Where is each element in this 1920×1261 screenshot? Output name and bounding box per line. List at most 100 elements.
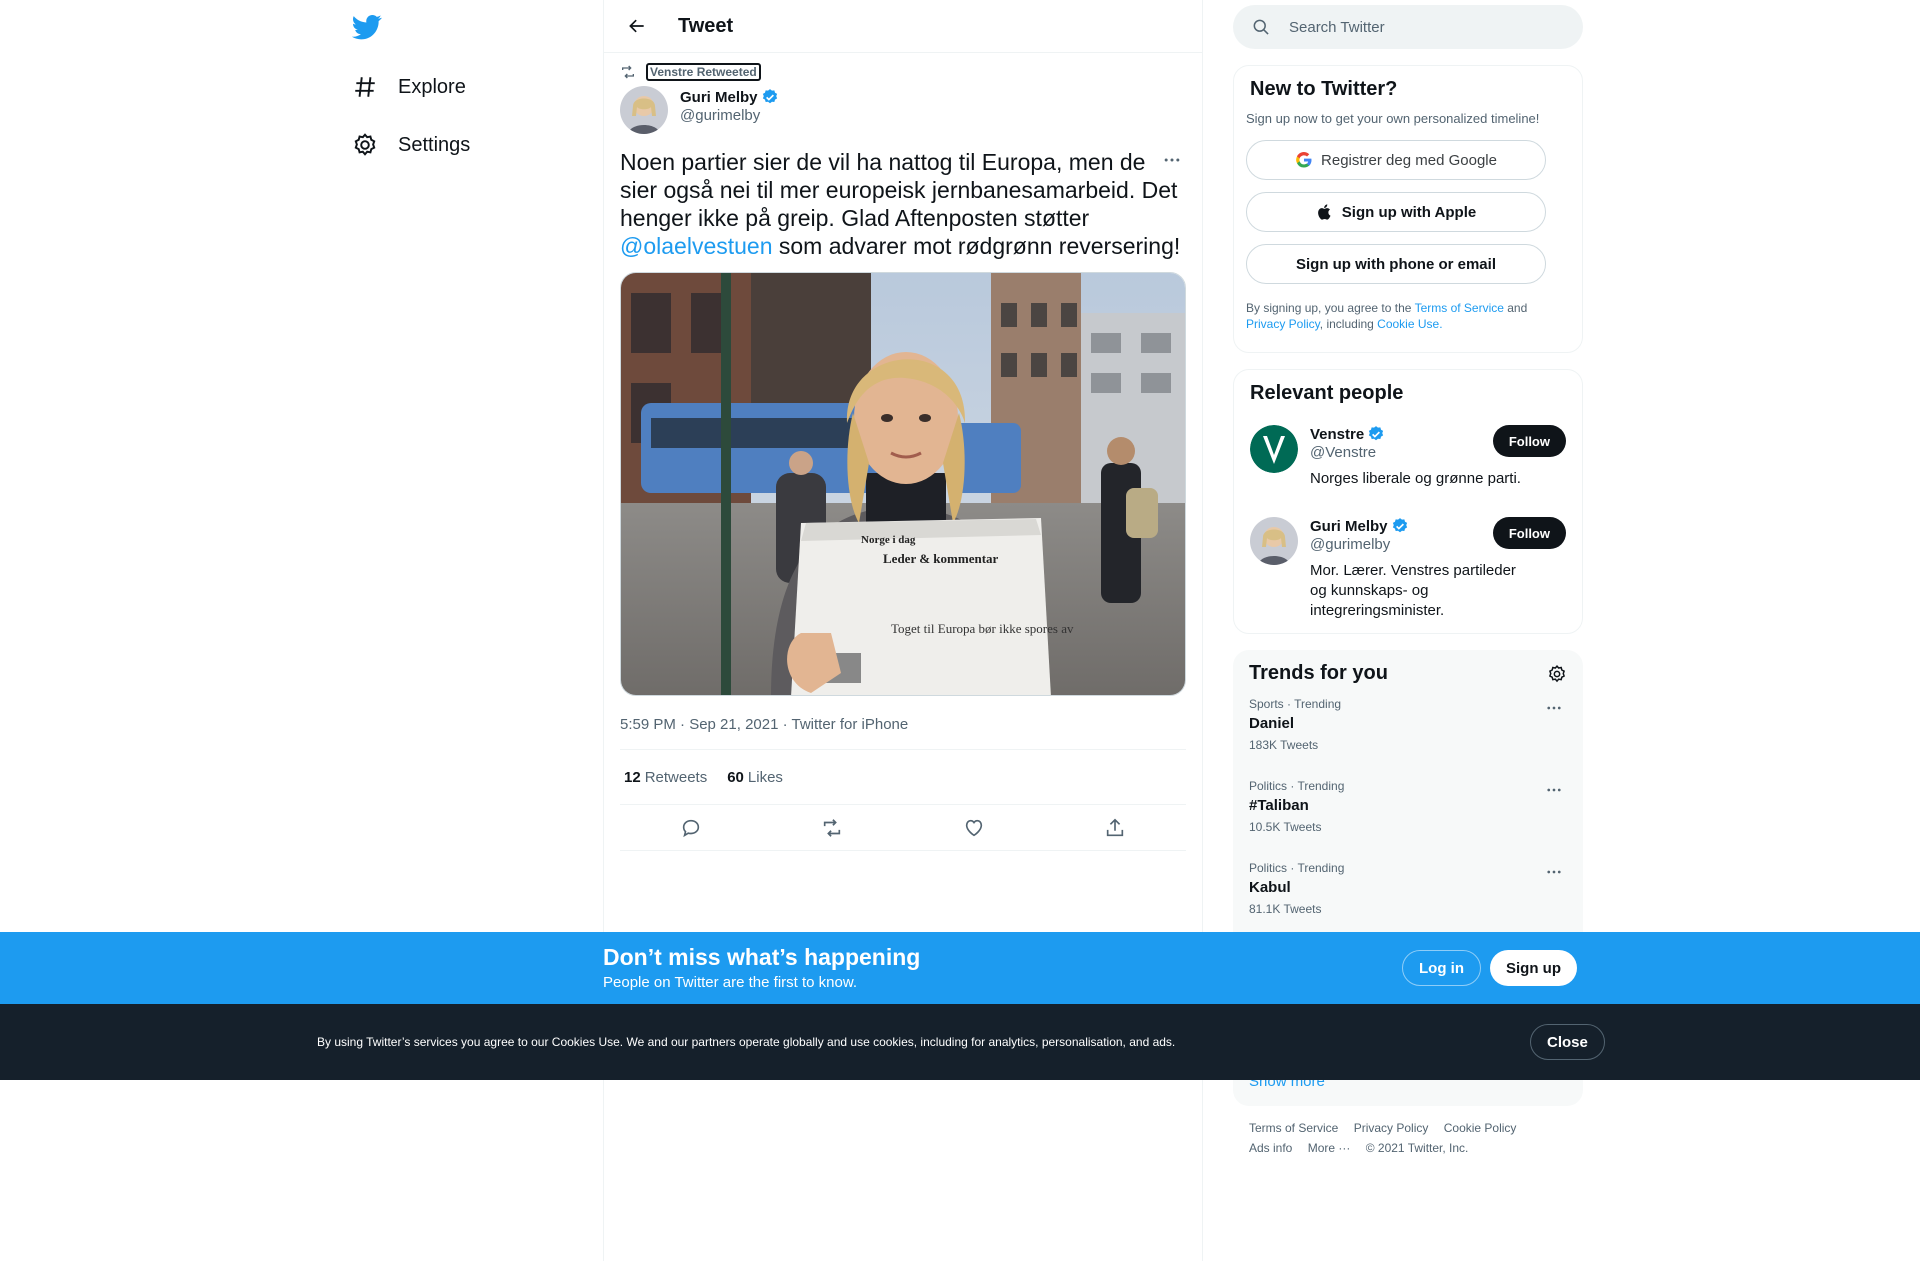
verified-badge-icon: [761, 88, 779, 106]
banner-title: Don’t miss what’s happening: [603, 944, 921, 970]
terms-text-1: By signing up, you agree to the: [1246, 301, 1415, 315]
tweet-stats: 12 Retweets 60 Likes: [620, 750, 1186, 805]
tweet-text-part-2: som advarer mot rødgrønn reversering!: [772, 233, 1181, 259]
trend-item[interactable]: Politics · Trending #Taliban 10.5K Tweet…: [1233, 767, 1583, 849]
venstre-avatar[interactable]: [1250, 425, 1298, 473]
share-icon[interactable]: [1104, 817, 1126, 839]
author-avatar[interactable]: [620, 86, 668, 134]
copyright: © 2021 Twitter, Inc.: [1365, 1141, 1469, 1155]
person-bio: Norges liberale og grønne parti.: [1310, 470, 1521, 487]
twitter-logo-icon[interactable]: [352, 12, 386, 42]
trend-category: Politics · Trending: [1249, 779, 1345, 793]
trend-name: Daniel: [1249, 715, 1295, 732]
cookie-banner: By using Twitter’s services you agree to…: [0, 1004, 1920, 1080]
new-to-twitter-title: New to Twitter?: [1250, 78, 1398, 100]
tweet-text-part-1: Noen partier sier de vil ha nattog til E…: [620, 149, 1178, 231]
trend-item[interactable]: Sports · Trending Daniel 183K Tweets: [1233, 685, 1583, 767]
cookie-close-button[interactable]: Close: [1530, 1024, 1605, 1060]
trend-more-icon[interactable]: [1545, 781, 1563, 799]
trend-item[interactable]: Politics · Trending Kabul 81.1K Tweets: [1233, 849, 1583, 931]
terms-text-2: and: [1503, 301, 1528, 315]
footer-links: Terms of Service Privacy Policy Cookie P…: [1233, 1106, 1583, 1170]
newspaper-headline: Toget til Europa bør ikke spores av: [891, 621, 1074, 636]
tweet-timestamp[interactable]: 5:59 PM · Sep 21, 2021 · Twitter for iPh…: [620, 716, 1186, 750]
trend-more-icon[interactable]: [1545, 699, 1563, 717]
phone-email-signup-button[interactable]: Sign up with phone or email: [1246, 244, 1546, 284]
trends-title: Trends for you: [1249, 662, 1388, 684]
search-input[interactable]: [1289, 18, 1549, 36]
retweeted-by-label[interactable]: Venstre Retweeted: [646, 63, 761, 81]
apple-icon: [1316, 203, 1334, 221]
hashtag-icon: [352, 74, 378, 100]
retweet-small-icon: [620, 64, 636, 80]
retweets-label[interactable]: Retweets: [645, 769, 708, 786]
cookie-use-link[interactable]: Cookie Use.: [1377, 317, 1442, 331]
person-bio: Mor. Lærer. Venstres partileder og kunns…: [1310, 562, 1516, 619]
footer-link[interactable]: Ads info: [1249, 1141, 1292, 1155]
footer-link[interactable]: More ···: [1308, 1141, 1351, 1155]
trend-category: Sports · Trending: [1249, 697, 1342, 711]
apple-signup-button[interactable]: Sign up with Apple: [1246, 192, 1546, 232]
banner-subtitle: People on Twitter are the first to know.: [603, 974, 858, 991]
retweet-icon[interactable]: [821, 817, 843, 839]
trend-count: 81.1K Tweets: [1249, 902, 1322, 916]
nav-settings-label: Settings: [398, 133, 471, 156]
footer-link[interactable]: Terms of Service: [1249, 1121, 1338, 1135]
trend-name: #Taliban: [1249, 797, 1309, 814]
author-name[interactable]: Guri Melby: [680, 89, 758, 106]
nav-settings[interactable]: Settings: [352, 125, 470, 165]
retweets-count[interactable]: 12: [624, 769, 641, 786]
newspaper-section-label: Norge i dag: [861, 534, 916, 546]
apple-signup-label: Sign up with Apple: [1341, 203, 1477, 221]
follow-button[interactable]: Follow: [1492, 517, 1566, 549]
search-box[interactable]: [1233, 5, 1583, 49]
tweet-header: Tweet: [604, 0, 1202, 53]
signup-banner: Don’t miss what’s happening People on Tw…: [0, 932, 1920, 1004]
nav-explore[interactable]: Explore: [352, 67, 466, 107]
guri-melby-avatar[interactable]: [1250, 517, 1298, 565]
tweet-mention-link[interactable]: @olaelvestuen: [620, 233, 773, 259]
trend-count: 10.5K Tweets: [1249, 820, 1322, 834]
footer-link[interactable]: Privacy Policy: [1354, 1121, 1429, 1135]
nav-explore-label: Explore: [398, 75, 466, 98]
tweet: Venstre Retweeted Guri Melby @gurimelby …: [604, 62, 1202, 851]
relevant-people-title: Relevant people: [1250, 382, 1404, 404]
like-heart-icon[interactable]: [963, 817, 985, 839]
phone-email-signup-label: Sign up with phone or email: [1295, 255, 1496, 273]
person-guri-melby[interactable]: Guri Melby @gurimelby Mor. Lærer. Venstr…: [1234, 517, 1582, 621]
tweet-author: Guri Melby @gurimelby: [620, 86, 1186, 134]
tweet-actions: [620, 805, 1186, 851]
trends-settings-gear-icon[interactable]: [1547, 664, 1567, 684]
terms-of-service-link[interactable]: Terms of Service: [1415, 301, 1504, 315]
google-signup-label: Registrer deg med Google: [1321, 151, 1497, 169]
follow-button[interactable]: Follow: [1492, 425, 1566, 457]
gear-icon: [352, 132, 378, 158]
signup-terms: By signing up, you agree to the Terms of…: [1246, 300, 1570, 352]
signup-button[interactable]: Sign up: [1490, 950, 1577, 986]
author-handle[interactable]: @gurimelby: [680, 107, 779, 124]
retweet-indicator: Venstre Retweeted: [620, 62, 1186, 82]
new-to-twitter-card: New to Twitter? Sign up now to get your …: [1233, 65, 1583, 353]
reply-icon[interactable]: [680, 817, 702, 839]
privacy-policy-link[interactable]: Privacy Policy: [1246, 317, 1320, 331]
verified-badge-icon: [1391, 517, 1409, 535]
login-button[interactable]: Log in: [1402, 950, 1481, 986]
person-name: Venstre: [1310, 425, 1365, 443]
page-title: Tweet: [678, 14, 734, 37]
more-options-icon[interactable]: [1162, 150, 1182, 170]
likes-label[interactable]: Likes: [748, 769, 783, 786]
verified-badge-icon: [1367, 425, 1385, 443]
footer-link[interactable]: Cookie Policy: [1444, 1121, 1517, 1135]
trend-category: Politics · Trending: [1249, 861, 1345, 875]
google-signup-button[interactable]: Registrer deg med Google: [1246, 140, 1546, 180]
tweet-text: Noen partier sier de vil ha nattog til E…: [620, 148, 1186, 260]
trend-name: Kabul: [1249, 879, 1291, 896]
terms-text-3: , including: [1319, 317, 1378, 331]
likes-count[interactable]: 60: [727, 769, 744, 786]
trend-more-icon[interactable]: [1545, 863, 1563, 881]
new-to-twitter-subtitle: Sign up now to get your own personalized…: [1246, 111, 1540, 126]
tweet-photo[interactable]: Norge i dag Leder & kommentar Toget til …: [620, 272, 1186, 696]
back-arrow-icon[interactable]: [620, 9, 654, 43]
person-venstre[interactable]: Venstre @Venstre Norges liberale og grøn…: [1234, 425, 1582, 489]
person-name: Guri Melby: [1310, 517, 1388, 535]
